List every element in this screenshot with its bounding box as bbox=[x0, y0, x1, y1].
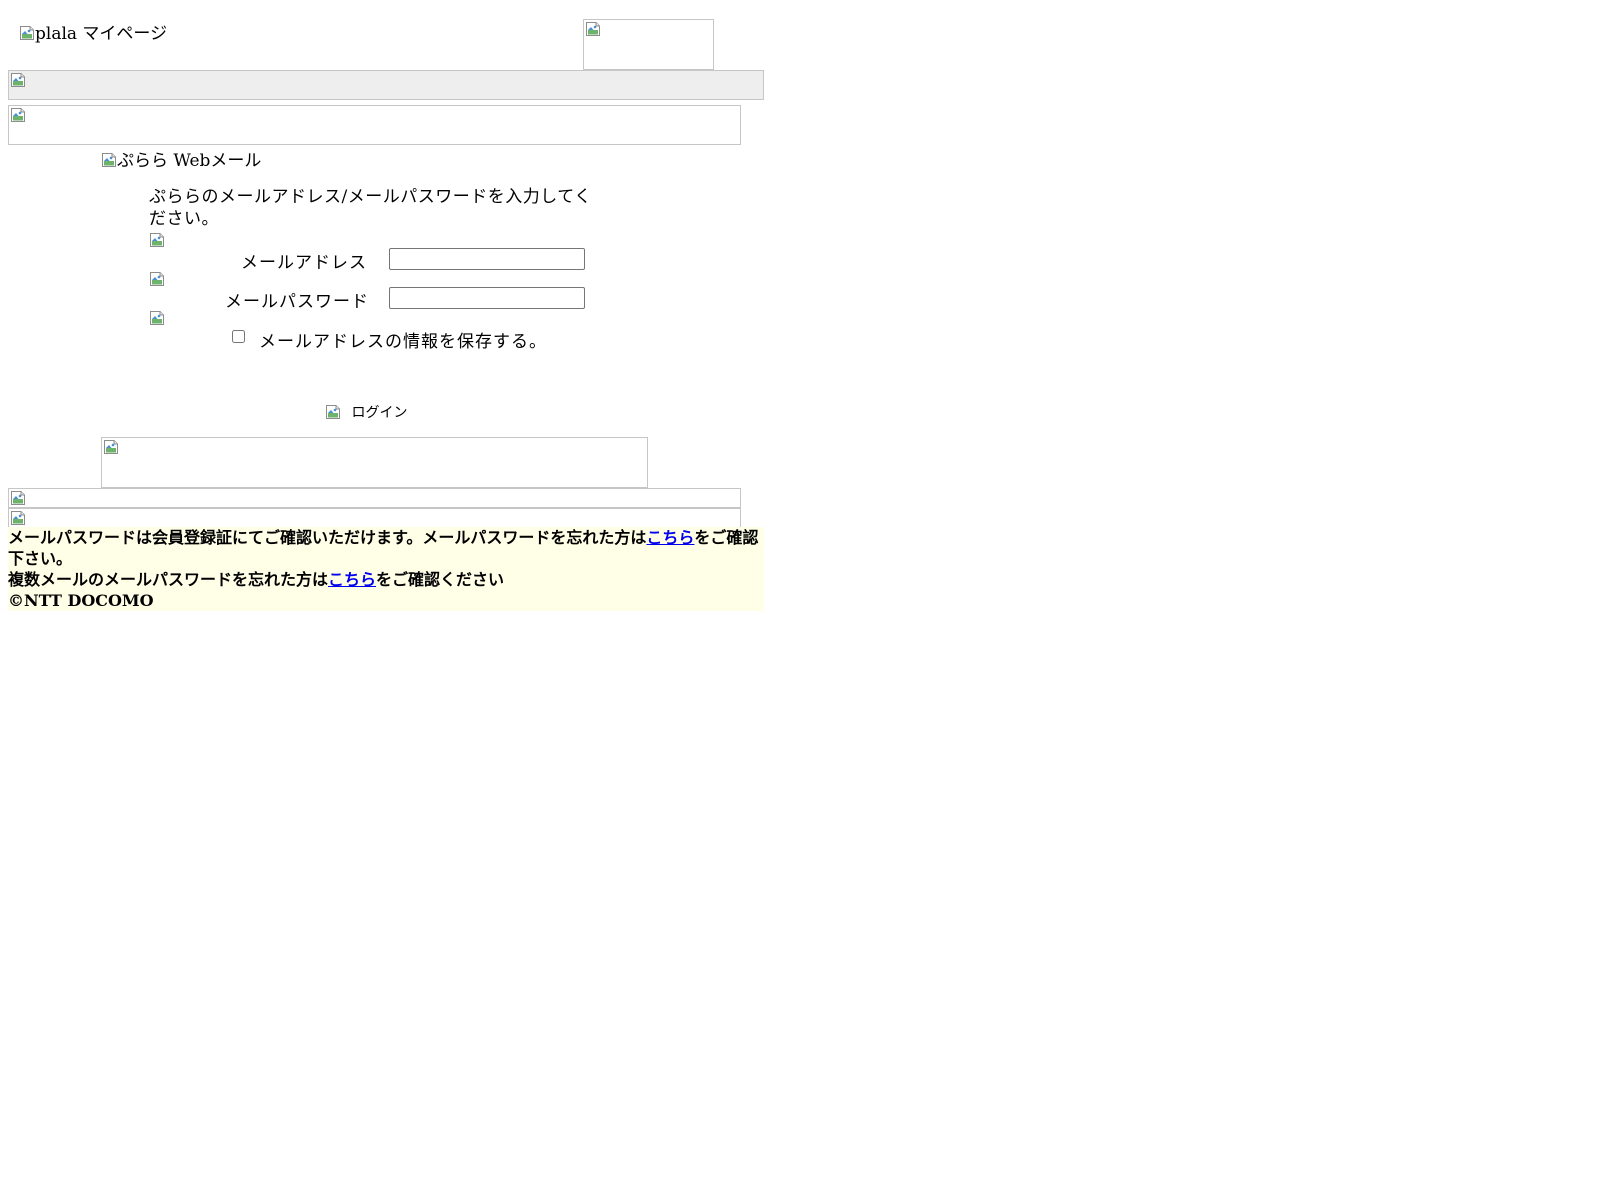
nav-bar-image bbox=[8, 70, 764, 100]
spacer-image-icon bbox=[149, 310, 165, 326]
footer-strip-image-2 bbox=[8, 508, 741, 528]
remember-email-checkbox[interactable] bbox=[232, 330, 245, 343]
login-instruction: ぷららのメールアドレス/メールパスワードを入力してください。 bbox=[149, 187, 592, 229]
login-icon bbox=[325, 404, 341, 420]
copyright: ©NTT DOCOMO bbox=[8, 591, 154, 610]
logo-alt-text: plala マイページ bbox=[35, 24, 168, 44]
broken-image-icon bbox=[10, 490, 26, 506]
multi-mail-note-text: 複数メールのメールパスワードを忘れた方は bbox=[8, 570, 329, 589]
plala-mypage-logo[interactable]: plala マイページ bbox=[19, 19, 167, 44]
email-label: メールアドレス bbox=[241, 253, 367, 273]
footer-strip-image-1 bbox=[8, 488, 741, 508]
broken-image-icon bbox=[585, 21, 601, 37]
login-button[interactable]: ログイン bbox=[325, 402, 407, 422]
spacer-image-icon bbox=[149, 271, 165, 287]
broken-image-icon bbox=[10, 72, 26, 88]
broken-image-icon bbox=[103, 439, 119, 455]
broken-image-icon bbox=[10, 510, 26, 526]
promo-banner-image[interactable] bbox=[101, 437, 648, 488]
email-input[interactable] bbox=[389, 248, 585, 270]
multi-mail-note-suffix: をご確認ください bbox=[376, 570, 505, 589]
multi-mail-help-link[interactable]: こちら bbox=[328, 570, 376, 589]
header-banner-image[interactable] bbox=[583, 19, 714, 70]
broken-image-icon bbox=[19, 25, 35, 41]
multi-mail-note: 複数メールのメールパスワードを忘れた方はこちらをご確認ください bbox=[8, 569, 764, 590]
spacer-image-icon bbox=[149, 232, 165, 248]
password-label: メールパスワード bbox=[225, 292, 369, 312]
broken-image-icon bbox=[10, 107, 26, 123]
remember-email-label[interactable]: メールアドレスの情報を保存する。 bbox=[259, 327, 547, 352]
footer-notes: メールパスワードは会員登録証にてご確認いただけます。メールパスワードを忘れた方は… bbox=[8, 527, 764, 611]
password-help-link[interactable]: こちら bbox=[646, 528, 694, 547]
webmail-title-alt: ぷらら Webメール bbox=[117, 151, 262, 171]
broken-image-icon bbox=[101, 152, 117, 168]
password-input[interactable] bbox=[389, 287, 585, 309]
password-note-text: メールパスワードは会員登録証にてご確認いただけます。メールパスワードを忘れた方は bbox=[8, 528, 647, 547]
top-banner-image bbox=[8, 105, 741, 145]
password-note: メールパスワードは会員登録証にてご確認いただけます。メールパスワードを忘れた方は… bbox=[8, 527, 764, 569]
login-button-label: ログイン bbox=[351, 405, 408, 421]
webmail-title-image: ぷらら Webメール bbox=[101, 146, 261, 171]
